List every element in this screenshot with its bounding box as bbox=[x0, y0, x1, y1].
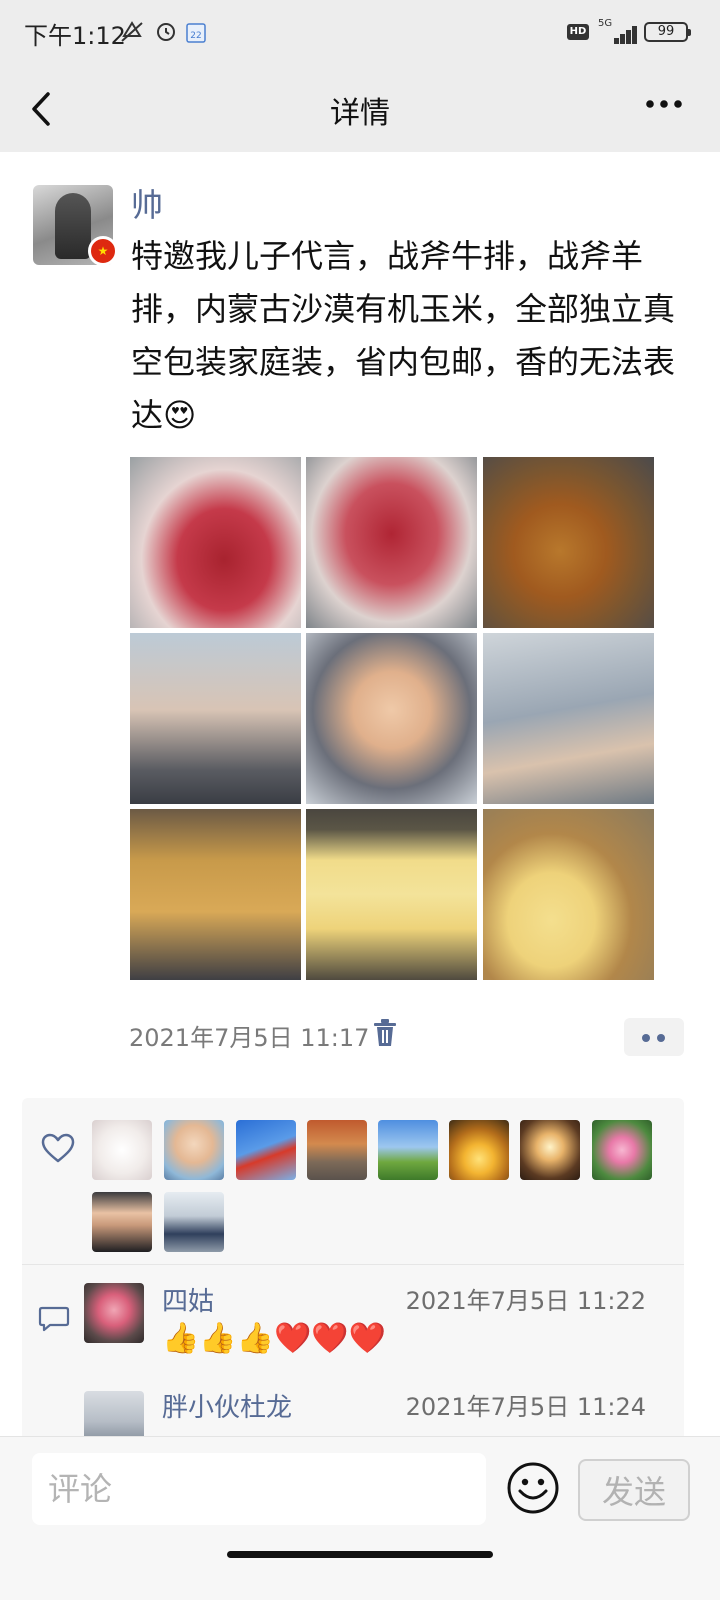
liker-avatar[interactable] bbox=[307, 1120, 367, 1180]
emoji-icon[interactable] bbox=[506, 1461, 560, 1515]
home-indicator bbox=[227, 1551, 493, 1558]
photo-boy-flour[interactable] bbox=[130, 633, 301, 804]
photo-corn-steamer[interactable] bbox=[483, 809, 654, 980]
signal-icon: 5G bbox=[598, 18, 638, 44]
svg-text:22: 22 bbox=[190, 31, 201, 41]
likes-panel bbox=[22, 1098, 684, 1264]
navigation-bar: 详情 bbox=[0, 64, 720, 152]
liker-avatar[interactable] bbox=[236, 1120, 296, 1180]
liker-avatar[interactable] bbox=[164, 1192, 224, 1252]
status-time: 下午1:12 bbox=[24, 22, 126, 50]
liker-avatar[interactable] bbox=[449, 1120, 509, 1180]
liker-avatar[interactable] bbox=[378, 1120, 438, 1180]
comment-icon bbox=[38, 1306, 70, 1332]
liker-avatar[interactable] bbox=[520, 1120, 580, 1180]
post-text: 特邀我儿子代言，战斧牛排，战斧羊排，内蒙古沙漠有机玉米，全部独立真空包装家庭装，… bbox=[131, 237, 676, 434]
comment-text: 👍👍👍❤️❤️❤️ bbox=[162, 1321, 387, 1356]
commenter-name[interactable]: 四姑 bbox=[162, 1281, 214, 1318]
liker-avatar[interactable] bbox=[164, 1120, 224, 1180]
comment-time: 2021年7月5日 11:22 bbox=[405, 1287, 646, 1315]
comment-bar: 发送 bbox=[0, 1436, 720, 1600]
photo-cooked-steak[interactable] bbox=[483, 457, 654, 628]
photo-boy-smiling[interactable] bbox=[306, 633, 477, 804]
trash-icon[interactable] bbox=[372, 1018, 398, 1048]
page-title: 详情 bbox=[330, 96, 390, 131]
heart-icon bbox=[41, 1133, 75, 1163]
post-detail: ★ 帅 特邀我儿子代言，战斧牛排，战斧羊排，内蒙古沙漠有机玉米，全部独立真空包装… bbox=[0, 152, 720, 1462]
post-actions-button[interactable] bbox=[624, 1018, 684, 1056]
alarm-icon bbox=[157, 23, 175, 41]
hd-icon: HD bbox=[567, 24, 589, 40]
photo-two-boys[interactable] bbox=[483, 633, 654, 804]
photo-steak-hand[interactable] bbox=[130, 457, 301, 628]
calendar-icon: 22 bbox=[186, 23, 206, 43]
photo-grid bbox=[130, 457, 654, 980]
comments-panel: 四姑 2021年7月5日 11:22 👍👍👍❤️❤️❤️ 胖小伙杜龙 2021年… bbox=[22, 1264, 684, 1462]
mute-icon bbox=[121, 21, 143, 42]
china-flag-badge: ★ bbox=[88, 236, 118, 266]
battery-icon: 99 bbox=[644, 22, 691, 42]
commenter-avatar[interactable] bbox=[84, 1283, 144, 1343]
author-name[interactable]: 帅 bbox=[131, 180, 163, 226]
liker-avatar[interactable] bbox=[92, 1120, 152, 1180]
commenter-name[interactable]: 胖小伙杜龙 bbox=[162, 1387, 292, 1424]
comment-input[interactable] bbox=[32, 1453, 486, 1525]
photo-baked-tray[interactable] bbox=[130, 809, 301, 980]
photo-steaks-table[interactable] bbox=[306, 457, 477, 628]
send-button[interactable]: 发送 bbox=[578, 1459, 690, 1521]
more-icon[interactable] bbox=[642, 90, 692, 130]
status-bar: 下午1:12 22 HD 5G 99 bbox=[0, 0, 720, 64]
photo-corn-cobs[interactable] bbox=[306, 809, 477, 980]
comment-time: 2021年7月5日 11:24 bbox=[405, 1393, 646, 1421]
liker-avatar[interactable] bbox=[592, 1120, 652, 1180]
liker-avatar[interactable] bbox=[92, 1192, 152, 1252]
post-timestamp: 2021年7月5日 11:17 bbox=[129, 1024, 370, 1052]
